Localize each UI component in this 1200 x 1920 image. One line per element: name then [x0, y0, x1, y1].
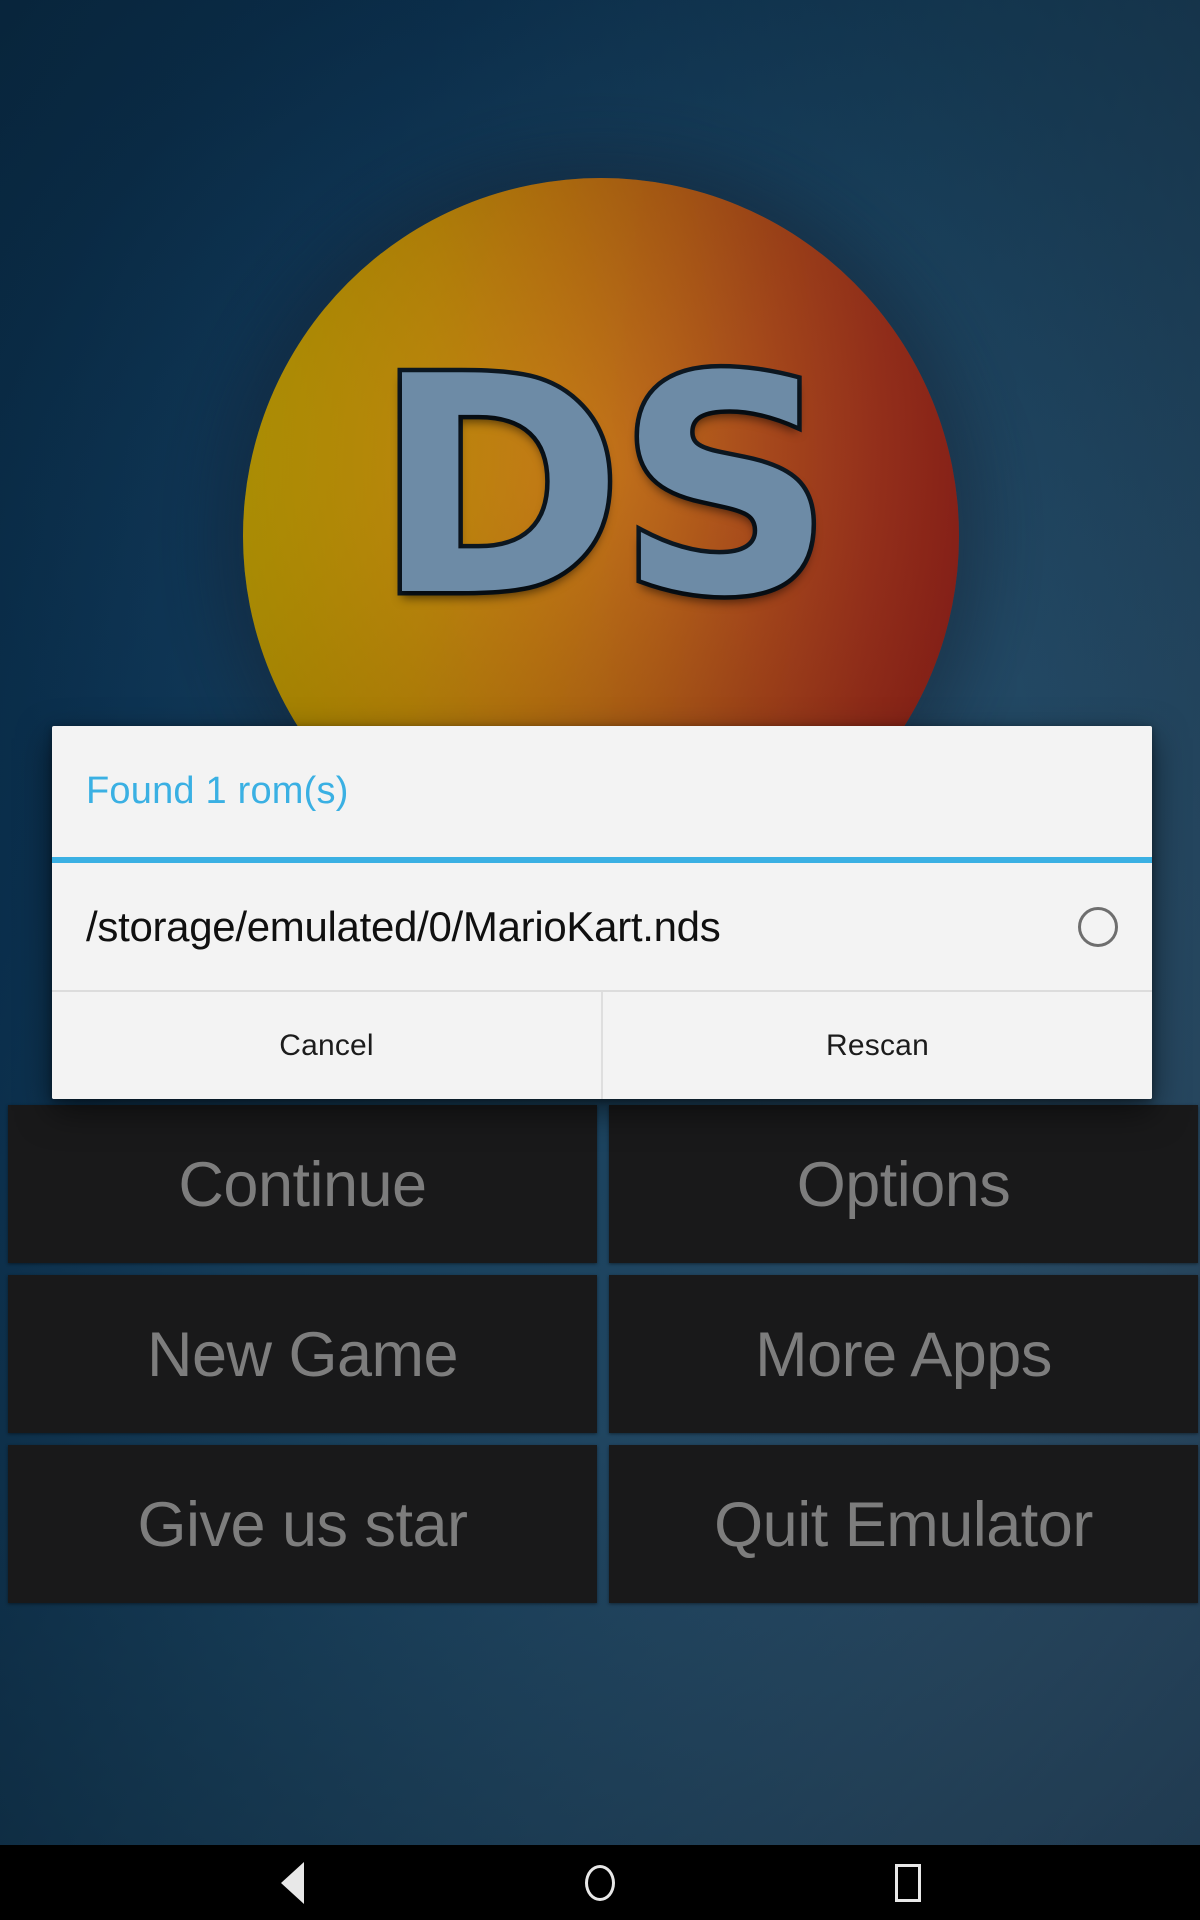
dialog-action-bar: Cancel Rescan [52, 992, 1152, 1099]
recents-square-icon [895, 1863, 921, 1902]
rom-list-item[interactable]: /storage/emulated/0/MarioKart.nds [52, 863, 1152, 990]
menu-button-continue[interactable]: Continue [8, 1105, 597, 1263]
android-screen: DS Continue Options New Game More Apps G… [0, 0, 1200, 1920]
rom-radio-button-icon[interactable] [1078, 906, 1118, 947]
rom-path-label: /storage/emulated/0/MarioKart.nds [86, 902, 721, 950]
logo-text: DS [370, 313, 838, 662]
dialog-title: Found 1 rom(s) [86, 770, 349, 812]
android-navigation-bar [0, 1845, 1200, 1920]
main-menu: Continue Options New Game More Apps Give… [8, 1105, 1198, 1603]
nav-recents-button[interactable] [870, 1845, 946, 1920]
dialog-header: Found 1 rom(s) [52, 726, 1152, 857]
back-triangle-icon [280, 1861, 304, 1904]
menu-button-quit-emulator[interactable]: Quit Emulator [609, 1445, 1198, 1603]
menu-button-give-us-star[interactable]: Give us star [8, 1445, 597, 1603]
cancel-button[interactable]: Cancel [52, 992, 601, 1099]
nav-back-button[interactable] [254, 1845, 330, 1920]
rescan-button[interactable]: Rescan [603, 992, 1152, 1099]
nav-home-button[interactable] [562, 1845, 638, 1920]
home-circle-icon [585, 1864, 615, 1901]
menu-button-more-apps[interactable]: More Apps [609, 1275, 1198, 1433]
rom-picker-dialog: Found 1 rom(s) /storage/emulated/0/Mario… [52, 726, 1152, 1099]
menu-button-new-game[interactable]: New Game [8, 1275, 597, 1433]
menu-button-options[interactable]: Options [609, 1105, 1198, 1263]
